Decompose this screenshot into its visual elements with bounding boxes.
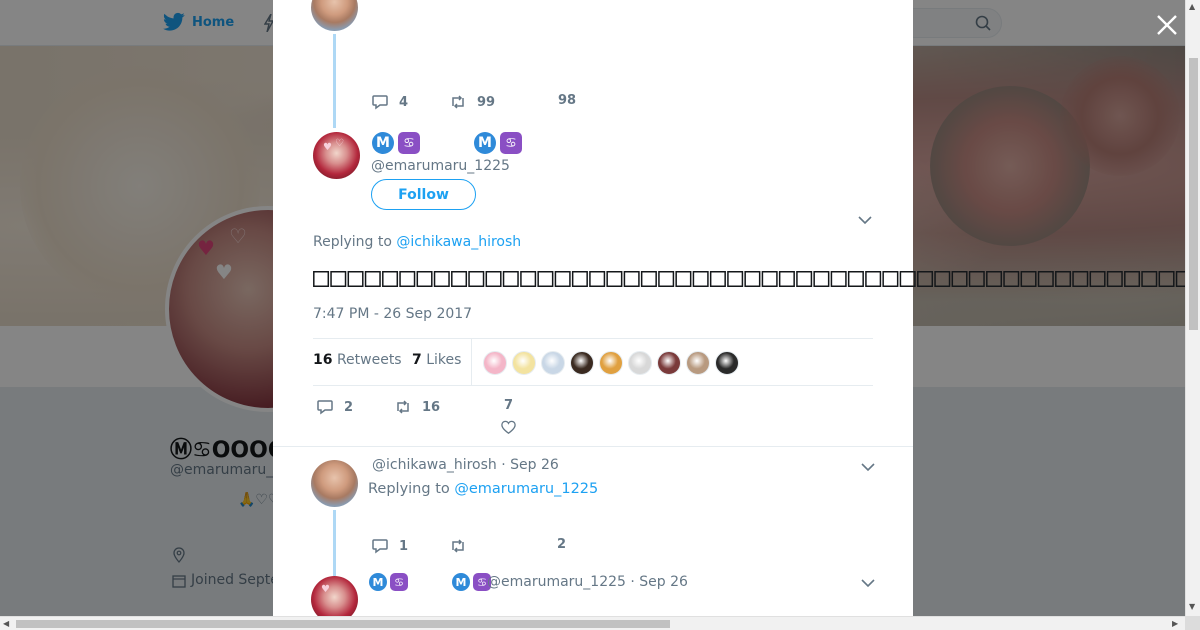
replying-to: Replying to @ichikawa_hirosh [313,234,522,250]
like-button[interactable]: 7 [500,398,517,436]
tweet-stats: 16 Retweets 7 Likes [313,338,873,386]
liker-avatar[interactable] [599,351,623,375]
liker-avatar[interactable] [715,351,739,375]
liker-avatar[interactable] [686,351,710,375]
liker-avatar[interactable] [483,351,507,375]
liker-avatar[interactable] [570,351,594,375]
like-count: 98 [558,93,577,108]
replying-to-link[interactable]: @ichikawa_hirosh [396,234,521,250]
chevron-down-icon[interactable] [861,462,875,472]
like-count: 2 [557,537,567,552]
liker-avatar[interactable] [541,351,565,375]
reply-count: 2 [344,399,354,415]
name-badge-m: M [452,573,470,591]
reply-icon [372,539,388,554]
reply-handle[interactable]: @ichikawa_hirosh [372,457,497,473]
reply-button[interactable]: 1 [371,537,408,555]
tweet-handle[interactable]: @emarumaru_1225 [371,158,510,174]
retweet-count: 99 [477,94,496,110]
retweets-stat[interactable]: 16 Retweets [313,352,402,368]
name-badge-cancer: ♋ [390,573,408,591]
reply-count: 1 [399,538,409,554]
reply-icon [372,95,388,110]
avatar[interactable]: ♥ ♡ [313,132,360,179]
reply-date[interactable]: · Sep 26 [630,574,688,590]
reply-handle[interactable]: @emarumaru_1225 [487,574,626,590]
horizontal-scrollbar[interactable]: ◀ ▶ [0,616,1185,630]
liker-avatar[interactable] [512,351,536,375]
name-badge-m: M [369,573,387,591]
like-count: 7 [503,398,514,413]
scrollbar-thumb[interactable] [1189,58,1198,330]
tweet-text: □□□□□□□□□□□□□□□□□□□□□□□□□□□□□□□□□□□□□□□□… [313,262,1185,293]
like-button[interactable]: 2 [557,537,566,552]
retweet-count: 16 [422,399,441,415]
chevron-down-icon[interactable] [861,578,875,588]
stats-divider [471,339,472,385]
heart-icon [501,420,516,434]
reply-header: @ichikawa_hirosh · Sep 26 [372,457,559,473]
liker-avatar[interactable] [657,351,681,375]
tweet-display-name[interactable]: M ♋ M ♋ [372,132,522,154]
liker-avatar[interactable] [628,351,652,375]
name-badge-cancer: ♋ [500,132,522,154]
chevron-down-icon[interactable] [858,215,872,225]
thread-connector [333,510,336,576]
thread-connector [333,34,336,128]
like-button[interactable]: 98 [558,93,576,108]
retweet-button[interactable]: 99 [449,93,495,111]
replying-to-link[interactable]: @emarumaru_1225 [454,481,598,497]
follow-button[interactable]: Follow [371,179,476,210]
retweet-icon [452,95,464,109]
reply-header: @emarumaru_1225 · Sep 26 [487,574,688,590]
retweet-button[interactable] [449,537,477,555]
name-badge-cancer: ♋ [398,132,420,154]
likes-stat[interactable]: 7 Likes [412,352,461,368]
vertical-scrollbar[interactable]: ▲ ▼ [1185,0,1200,616]
retweet-button[interactable]: 16 [394,398,440,416]
retweet-icon [397,400,409,414]
name-badge-m: M [474,132,496,154]
replying-to: Replying to @emarumaru_1225 [368,481,599,497]
retweet-icon [452,539,464,553]
reply-button[interactable]: 2 [316,398,353,416]
tweet-timestamp[interactable]: 7:47 PM - 26 Sep 2017 [313,306,472,322]
scrollbar-thumb[interactable] [16,620,670,628]
scrollbar-corner [1185,616,1200,630]
avatar[interactable] [311,460,358,507]
reply-count: 4 [399,94,409,110]
reply-button[interactable]: 4 [371,93,408,111]
divider [273,446,913,447]
reply-icon [317,400,333,415]
close-icon[interactable] [1154,12,1180,38]
reply-date[interactable]: · Sep 26 [501,457,559,473]
name-badge-m: M [372,132,394,154]
reply-display-name[interactable]: M ♋ M ♋ [369,573,491,591]
